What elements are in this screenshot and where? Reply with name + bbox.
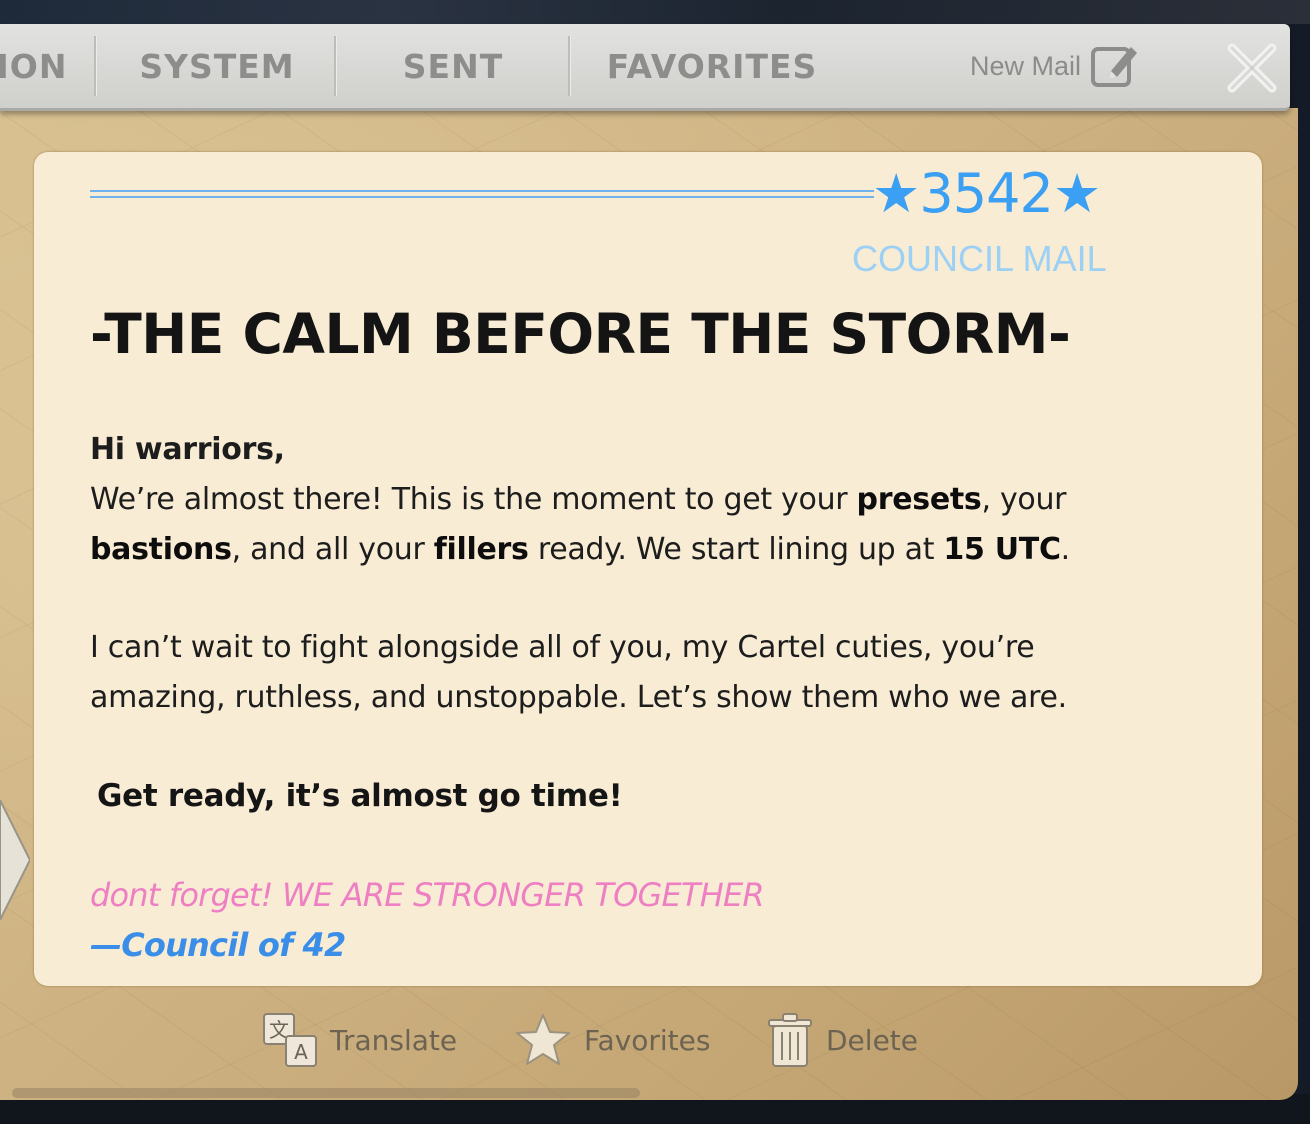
mail-content-card: ★3542★ COUNCIL MAIL -THE CALM BEFORE THE…: [34, 152, 1262, 986]
mail-greeting: Hi warriors,: [90, 432, 285, 467]
tab-label: SENT: [402, 46, 504, 86]
header-rule: [90, 196, 874, 198]
text-span: ready. We start lining up at: [528, 532, 944, 567]
translate-icon: 文 A: [263, 1013, 317, 1067]
star-icon: [516, 1014, 570, 1065]
mail-paragraph-line: We’re almost there! This is the moment t…: [90, 482, 1067, 517]
mail-category: COUNCIL MAIL: [852, 238, 1107, 279]
delete-label: Delete: [826, 1023, 918, 1057]
mail-title: -THE CALM BEFORE THE STORM-: [90, 302, 1071, 366]
new-mail-label: New Mail: [970, 50, 1082, 81]
mail-tab-bar: ION SYSTEM SENT FAVORITES New Mail: [0, 24, 1290, 111]
tab-label: FAVORITES: [606, 46, 818, 86]
delete-button[interactable]: Delete: [766, 1010, 918, 1070]
bold-text: presets: [856, 482, 982, 517]
header-rule: [90, 190, 874, 192]
favorite-button[interactable]: Favorites: [514, 1010, 710, 1070]
translate-label: Translate: [330, 1023, 458, 1057]
tab-divider: [334, 36, 337, 96]
bold-text: fillers: [433, 532, 529, 567]
tab-label: SYSTEM: [139, 46, 295, 86]
game-background-top: [0, 0, 1310, 24]
mail-paragraph-line: bastions, and all your fillers ready. We…: [90, 532, 1070, 567]
close-icon[interactable]: [1222, 42, 1282, 94]
text-span: We’re almost there! This is the moment t…: [90, 482, 857, 517]
tab-sent[interactable]: SENT: [338, 24, 568, 108]
mail-signature: —Council of 42: [90, 926, 346, 964]
mail-paragraph-line: amazing, ruthless, and unstoppable. Let’…: [90, 680, 1067, 715]
new-mail-button[interactable]: New Mail: [970, 42, 1139, 90]
mail-callout: Get ready, it’s almost go time!: [97, 778, 623, 814]
bold-text: 15 UTC: [943, 532, 1061, 567]
tab-alliance[interactable]: ION: [0, 24, 68, 108]
text-span: .: [1060, 532, 1071, 567]
favorites-label: Favorites: [584, 1023, 711, 1057]
text-span: , and all your: [231, 532, 434, 567]
tab-divider: [94, 36, 97, 96]
tab-divider: [568, 36, 571, 96]
svg-text:A: A: [294, 1040, 308, 1064]
compose-icon: [1091, 47, 1138, 87]
bold-text: bastions: [90, 532, 232, 567]
mail-paragraph-line: I can’t wait to fight alongside all of y…: [90, 630, 1035, 665]
text-span: , your: [981, 482, 1067, 517]
horizontal-scrollbar[interactable]: [12, 1088, 640, 1098]
mail-badge: ★3542★: [872, 162, 1101, 225]
translate-button[interactable]: 文 A Translate: [262, 1010, 457, 1070]
trash-icon: [768, 1013, 812, 1067]
tab-label: ION: [0, 46, 68, 86]
previous-arrow-icon[interactable]: [0, 800, 30, 920]
tab-system[interactable]: SYSTEM: [98, 24, 336, 108]
mail-tagline: dont forget! WE ARE STRONGER TOGETHER: [90, 876, 765, 914]
tab-favorites[interactable]: FAVORITES: [572, 24, 852, 108]
